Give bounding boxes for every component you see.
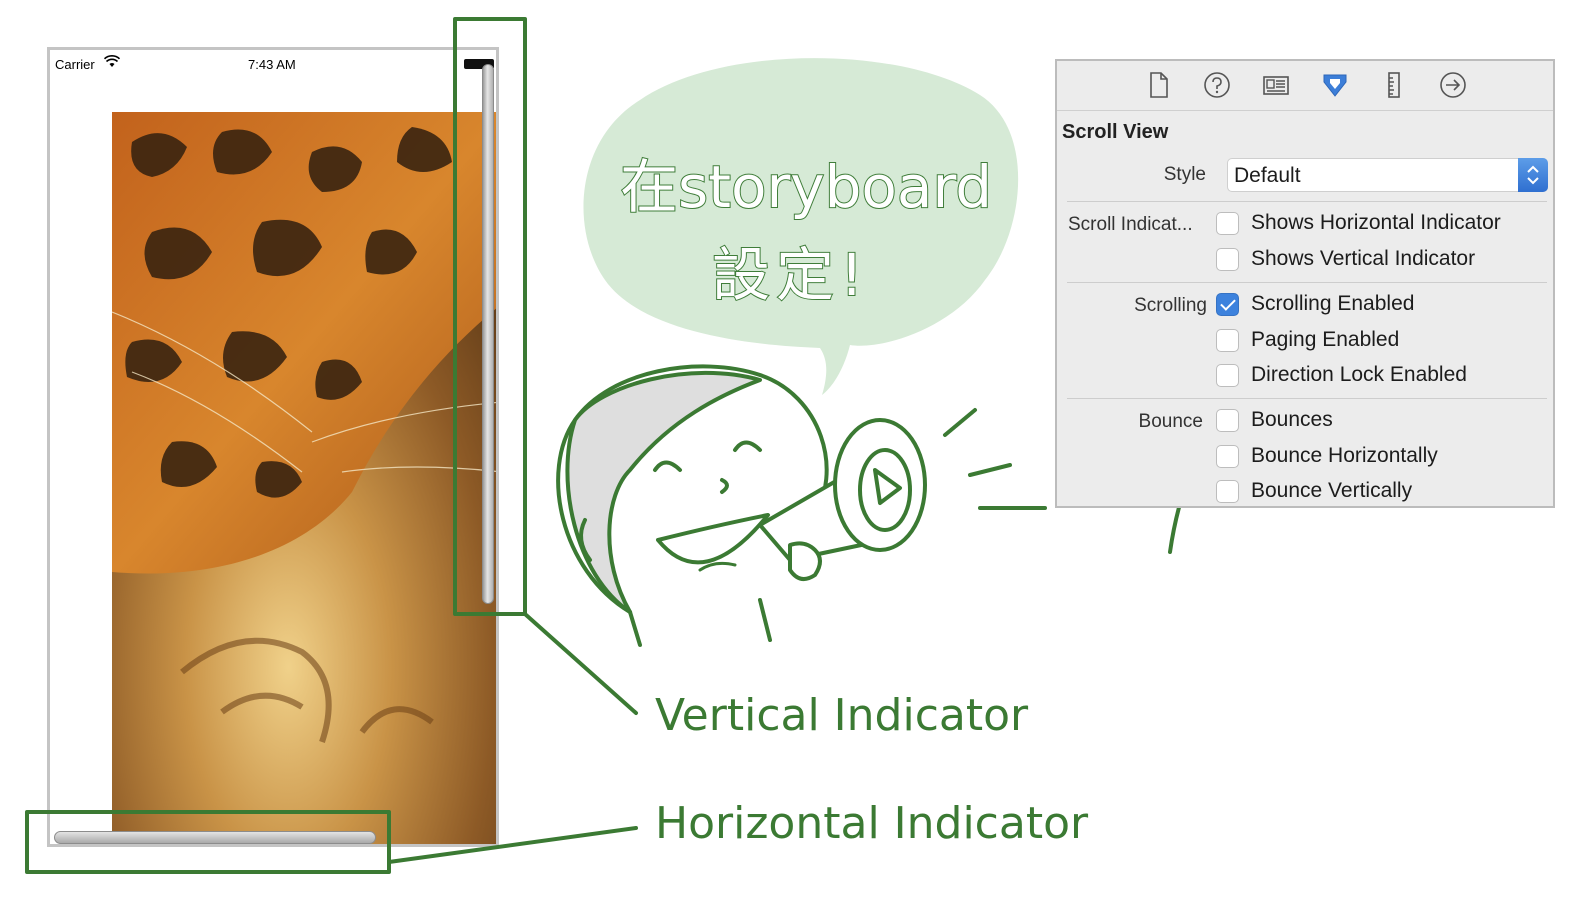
select-stepper-icon[interactable] — [1518, 158, 1548, 192]
help-icon[interactable] — [1202, 70, 1232, 100]
separator — [1067, 201, 1547, 202]
direction-lock-label: Direction Lock Enabled — [1251, 363, 1467, 386]
vertical-indicator-label: Vertical Indicator — [655, 690, 1029, 741]
style-select[interactable]: Default — [1227, 158, 1548, 192]
scrolling-enabled-checkbox[interactable] — [1216, 293, 1239, 316]
horizontal-scroll-indicator[interactable] — [54, 831, 376, 844]
vertical-connector-line — [523, 612, 638, 715]
attributes-icon[interactable] — [1320, 70, 1350, 100]
bounce-label: Bounce — [1138, 411, 1203, 432]
simulator-screen: Carrier 7:43 AM — [47, 47, 499, 847]
wifi-icon — [104, 55, 120, 67]
size-icon[interactable] — [1379, 70, 1409, 100]
megaphone-character — [556, 364, 1047, 647]
bounce-vertically-label: Bounce Vertically — [1251, 479, 1413, 502]
separator — [1067, 282, 1547, 283]
shows-horizontal-checkbox[interactable] — [1216, 212, 1239, 235]
bounces-checkbox[interactable] — [1216, 409, 1239, 432]
status-time: 7:43 AM — [248, 57, 296, 72]
carrier-label: Carrier — [55, 57, 95, 72]
scroll-content-image[interactable] — [112, 112, 499, 847]
bounce-vertically-checkbox[interactable] — [1216, 480, 1239, 503]
horizontal-indicator-label: Horizontal Indicator — [655, 798, 1089, 849]
shows-horizontal-label: Shows Horizontal Indicator — [1251, 211, 1501, 234]
bubble-text-line1: 在storyboard — [619, 152, 993, 222]
scrolling-label: Scrolling — [1134, 295, 1207, 316]
scroll-indicators-label: Scroll Indicat... — [1068, 214, 1193, 235]
bounce-horizontally-label: Bounce Horizontally — [1251, 444, 1438, 467]
bounce-horizontally-checkbox[interactable] — [1216, 445, 1239, 468]
bounces-label: Bounces — [1251, 408, 1333, 431]
inspector-toolbar — [1057, 61, 1553, 111]
vertical-scroll-indicator[interactable] — [482, 64, 494, 604]
shows-vertical-label: Shows Vertical Indicator — [1251, 247, 1476, 270]
paging-enabled-checkbox[interactable] — [1216, 329, 1239, 352]
style-value: Default — [1234, 164, 1301, 187]
section-title: Scroll View — [1062, 121, 1169, 143]
shows-vertical-checkbox[interactable] — [1216, 248, 1239, 271]
style-label: Style — [1163, 164, 1206, 185]
paging-enabled-label: Paging Enabled — [1251, 328, 1400, 351]
separator — [1067, 398, 1547, 399]
file-icon[interactable] — [1143, 70, 1173, 100]
speech-bubble — [583, 58, 1019, 396]
connections-icon[interactable] — [1438, 70, 1468, 100]
direction-lock-checkbox[interactable] — [1216, 364, 1239, 387]
bubble-text-line2: 設定! — [711, 240, 870, 310]
attributes-inspector: Scroll View Style Default Scroll Indicat… — [1055, 59, 1555, 508]
scrolling-enabled-label: Scrolling Enabled — [1251, 292, 1415, 315]
status-bar: Carrier 7:43 AM — [50, 50, 496, 76]
identity-icon[interactable] — [1261, 70, 1291, 100]
